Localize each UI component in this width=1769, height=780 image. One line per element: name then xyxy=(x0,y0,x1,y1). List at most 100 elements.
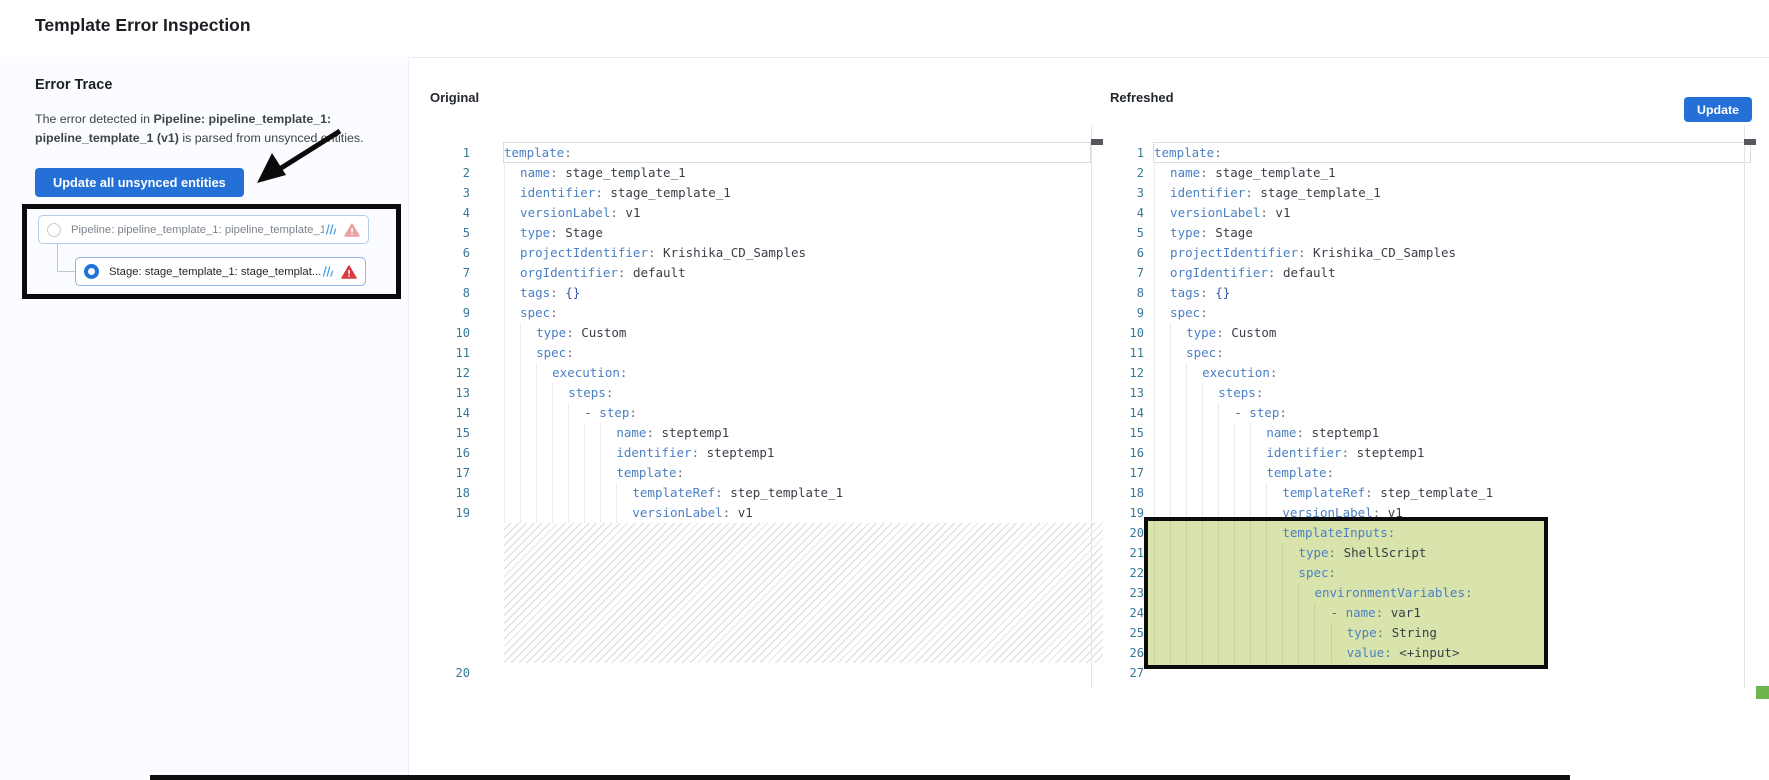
line-number: 6 xyxy=(1104,243,1144,263)
line-number: 10 xyxy=(1104,323,1144,343)
code-line: 18templateRef: step_template_1 xyxy=(430,483,1103,503)
line-number: 8 xyxy=(1104,283,1144,303)
line-number: 4 xyxy=(430,203,470,223)
line-number: 24 xyxy=(1104,603,1144,623)
tree-connector-vertical xyxy=(57,244,58,272)
refreshed-panel-title: Refreshed xyxy=(1110,90,1174,105)
line-number: 2 xyxy=(1104,163,1144,183)
code-line: 5type: Stage xyxy=(430,223,1103,243)
code-line: 8tags: {} xyxy=(1104,283,1756,303)
code-line: 17template: xyxy=(1104,463,1756,483)
line-number: 23 xyxy=(1104,583,1144,603)
code-line: 4versionLabel: v1 xyxy=(1104,203,1756,223)
line-number: 6 xyxy=(430,243,470,263)
code-line: 25type: String xyxy=(1104,623,1756,643)
code-line: 20templateInputs: xyxy=(1104,523,1756,543)
code-line: 24- name: var1 xyxy=(1104,603,1756,623)
tree-node-stage-label: Stage: stage_template_1: stage_templat..… xyxy=(109,266,321,278)
update-button[interactable]: Update xyxy=(1684,97,1752,122)
line-number: 5 xyxy=(430,223,470,243)
code-line: 11spec: xyxy=(1104,343,1756,363)
line-number: 4 xyxy=(1104,203,1144,223)
line-number: 2 xyxy=(430,163,470,183)
line-number: 21 xyxy=(1104,543,1144,563)
line-number: 25 xyxy=(1104,623,1144,643)
line-number: 11 xyxy=(1104,343,1144,363)
code-line: 22spec: xyxy=(1104,563,1756,583)
code-line: 14- step: xyxy=(430,403,1103,423)
template-error-inspection-page: Template Error Inspection Error Trace Th… xyxy=(0,0,1769,780)
update-all-unsynced-entities-button[interactable]: Update all unsynced entities xyxy=(35,168,244,197)
code-line: 2name: stage_template_1 xyxy=(430,163,1103,183)
line-number: 7 xyxy=(1104,263,1144,283)
line-number: 26 xyxy=(1104,643,1144,663)
template-icon xyxy=(324,223,337,236)
code-line: 19versionLabel: v1 xyxy=(430,503,1103,523)
code-line: 17template: xyxy=(430,463,1103,483)
original-yaml-editor[interactable]: 1template:2name: stage_template_13identi… xyxy=(430,125,1103,690)
line-number: 3 xyxy=(430,183,470,203)
code-line: 18templateRef: step_template_1 xyxy=(1104,483,1756,503)
code-line: 3identifier: stage_template_1 xyxy=(1104,183,1756,203)
page-header: Template Error Inspection xyxy=(0,0,1769,58)
code-line: 16identifier: steptemp1 xyxy=(1104,443,1756,463)
code-line: 27 xyxy=(1104,663,1756,683)
code-line: 13steps: xyxy=(1104,383,1756,403)
code-line: 7orgIdentifier: default xyxy=(430,263,1103,283)
refreshed-yaml-editor[interactable]: 1template:2name: stage_template_13identi… xyxy=(1104,125,1756,690)
original-panel-title: Original xyxy=(430,90,479,105)
code-line: 15name: steptemp1 xyxy=(1104,423,1756,443)
code-line: 9spec: xyxy=(1104,303,1756,323)
code-line: 26value: <+input> xyxy=(1104,643,1756,663)
line-number: 7 xyxy=(430,263,470,283)
warning-icon xyxy=(344,223,360,237)
error-trace-sidebar: Error Trace The error detected in Pipeli… xyxy=(0,57,409,780)
annotation-arrow xyxy=(248,125,348,193)
code-line: 12execution: xyxy=(1104,363,1756,383)
code-line: 6projectIdentifier: Krishika_CD_Samples xyxy=(1104,243,1756,263)
line-number: 13 xyxy=(430,383,470,403)
line-number: 9 xyxy=(430,303,470,323)
annotation-bottom-bar xyxy=(150,775,1570,780)
radio-unselected-icon[interactable] xyxy=(47,223,61,237)
line-number: 16 xyxy=(1104,443,1144,463)
code-line: 2name: stage_template_1 xyxy=(1104,163,1756,183)
code-line: 3identifier: stage_template_1 xyxy=(430,183,1103,203)
code-line: 5type: Stage xyxy=(1104,223,1756,243)
error-description-prefix: The error detected in xyxy=(35,112,153,126)
code-line: 7orgIdentifier: default xyxy=(1104,263,1756,283)
radio-selected-icon[interactable] xyxy=(84,264,99,279)
code-line: 4versionLabel: v1 xyxy=(430,203,1103,223)
code-line: 1template: xyxy=(430,143,1103,163)
error-trace-heading: Error Trace xyxy=(35,77,112,93)
code-line: 21type: ShellScript xyxy=(1104,543,1756,563)
warning-icon xyxy=(341,265,357,279)
line-number: 13 xyxy=(1104,383,1144,403)
code-line: 16identifier: steptemp1 xyxy=(430,443,1103,463)
code-line: 8tags: {} xyxy=(430,283,1103,303)
line-number: 18 xyxy=(1104,483,1144,503)
code-line: 11spec: xyxy=(430,343,1103,363)
line-number: 12 xyxy=(1104,363,1144,383)
code-line: 9spec: xyxy=(430,303,1103,323)
line-number: 3 xyxy=(1104,183,1144,203)
line-number: 5 xyxy=(1104,223,1144,243)
line-number: 1 xyxy=(1104,143,1144,163)
tree-node-stage[interactable]: Stage: stage_template_1: stage_templat..… xyxy=(75,257,366,286)
line-number: 12 xyxy=(430,363,470,383)
code-line: 14- step: xyxy=(1104,403,1756,423)
line-number: 15 xyxy=(1104,423,1144,443)
tree-node-pipeline[interactable]: Pipeline: pipeline_template_1: pipeline_… xyxy=(38,215,369,244)
missing-lines-hatch xyxy=(504,523,1103,663)
line-number: 22 xyxy=(1104,563,1144,583)
line-number: 16 xyxy=(430,443,470,463)
line-number: 1 xyxy=(430,143,470,163)
code-line: 1template: xyxy=(1104,143,1756,163)
code-line: 6projectIdentifier: Krishika_CD_Samples xyxy=(430,243,1103,263)
line-number: 17 xyxy=(1104,463,1144,483)
code-line: 19versionLabel: v1 xyxy=(1104,503,1756,523)
line-number: 15 xyxy=(430,423,470,443)
line-number: 20 xyxy=(1104,523,1144,543)
line-number: 14 xyxy=(430,403,470,423)
line-number: 18 xyxy=(430,483,470,503)
